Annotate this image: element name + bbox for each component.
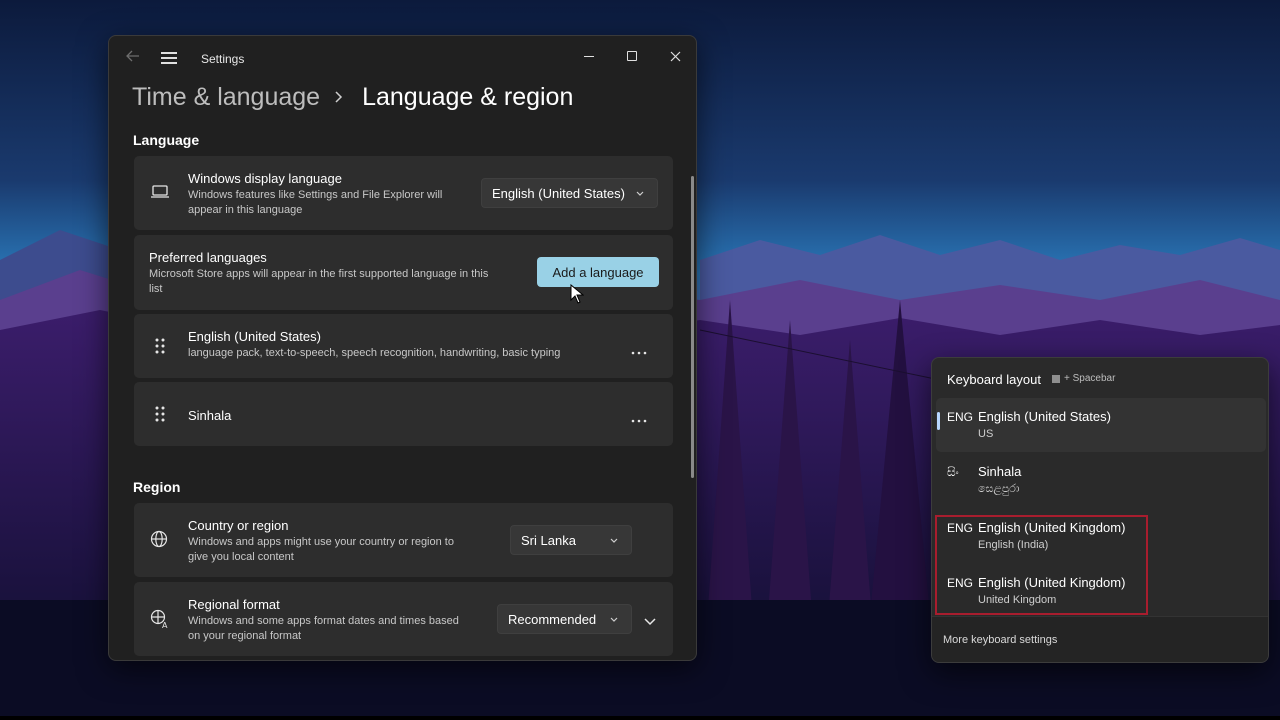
- close-icon: [670, 51, 680, 61]
- language-list-item[interactable]: Sinhala: [134, 382, 673, 446]
- language-name: English (United States): [188, 329, 321, 344]
- language-features: language pack, text-to-speech, speech re…: [188, 347, 561, 359]
- chevron-down-icon: [635, 187, 645, 197]
- shortcut-text: + Spacebar: [1064, 373, 1116, 384]
- breadcrumb-parent[interactable]: Time & language: [132, 83, 320, 112]
- title-bar: Settings: [109, 36, 696, 82]
- language-name: Sinhala: [188, 408, 232, 423]
- breadcrumb: Time & language Language & region: [132, 81, 573, 113]
- more-options-icon[interactable]: [631, 411, 647, 423]
- selected-indicator: [937, 412, 940, 430]
- layout-name: English (United States): [978, 409, 1111, 424]
- display-language-description-2: appear in this language: [188, 204, 303, 216]
- layout-code: ENG: [947, 410, 974, 424]
- hamburger-menu-icon[interactable]: [161, 52, 177, 64]
- expand-chevron-icon[interactable]: [643, 614, 657, 626]
- regional-format-dropdown[interactable]: Recommended: [497, 604, 632, 634]
- close-button[interactable]: [661, 42, 689, 70]
- country-region-title: Country or region: [188, 518, 289, 533]
- layout-sub: US: [978, 428, 994, 440]
- preferred-languages-title: Preferred languages: [149, 250, 267, 265]
- mouse-cursor-icon: [570, 284, 584, 304]
- regional-format-icon: A: [150, 609, 170, 630]
- laptop-icon: [150, 184, 170, 204]
- globe-icon: [150, 530, 170, 550]
- windows-key-icon: [1052, 374, 1060, 383]
- svg-text:A: A: [162, 621, 168, 629]
- chevron-right-icon: [334, 90, 348, 104]
- regional-format-title: Regional format: [188, 597, 280, 612]
- language-list-item[interactable]: English (United States) language pack, t…: [134, 314, 673, 378]
- language-section-title: Language: [133, 132, 200, 148]
- display-language-description-1: Windows features like Settings and File …: [188, 189, 443, 201]
- country-region-card: Country or region Windows and apps might…: [134, 503, 673, 577]
- country-region-dropdown[interactable]: Sri Lanka: [510, 525, 632, 555]
- more-keyboard-settings-link[interactable]: More keyboard settings: [943, 634, 1057, 646]
- preferred-languages-description-1: Microsoft Store apps will appear in the …: [149, 268, 489, 280]
- maximize-icon: [627, 51, 637, 61]
- chevron-down-icon: [609, 534, 619, 544]
- display-language-title: Windows display language: [188, 171, 342, 186]
- keyboard-layout-item[interactable]: සිං Sinhala සෙළපුරා: [936, 453, 1266, 507]
- region-section-title: Region: [133, 479, 181, 495]
- display-language-card: Windows display language Windows feature…: [134, 156, 673, 230]
- minimize-button[interactable]: [575, 42, 603, 70]
- more-options-icon[interactable]: [631, 343, 647, 355]
- page-title: Language & region: [362, 82, 574, 111]
- country-region-value: Sri Lanka: [521, 532, 576, 548]
- chevron-down-icon: [609, 613, 619, 623]
- preferred-languages-card: Preferred languages Microsoft Store apps…: [134, 235, 673, 310]
- display-language-value: English (United States): [492, 185, 625, 201]
- back-arrow-icon[interactable]: [123, 49, 143, 69]
- display-language-dropdown[interactable]: English (United States): [481, 178, 658, 208]
- minimize-icon: [584, 55, 594, 57]
- layout-code: සිං: [947, 465, 959, 479]
- annotation-highlight-box: [935, 515, 1148, 615]
- preferred-languages-description-2: list: [149, 283, 163, 295]
- drag-handle-icon[interactable]: [154, 338, 166, 354]
- country-region-description-1: Windows and apps might use your country …: [188, 536, 454, 548]
- layout-sub: සෙළපුරා: [978, 483, 1020, 495]
- maximize-button[interactable]: [618, 42, 646, 70]
- keyboard-layout-item[interactable]: ENG English (United States) US: [936, 398, 1266, 452]
- scrollbar[interactable]: [691, 176, 694, 478]
- regional-format-card[interactable]: A Regional format Windows and some apps …: [134, 582, 673, 656]
- flyout-footer: More keyboard settings: [932, 616, 1268, 662]
- flyout-title: Keyboard layout: [947, 372, 1041, 387]
- add-language-button[interactable]: Add a language: [537, 257, 659, 287]
- settings-window: Settings Time & language Language & regi…: [108, 35, 697, 661]
- window-title: Settings: [201, 52, 245, 66]
- keyboard-layout-flyout: Keyboard layout + Spacebar ENG English (…: [931, 357, 1269, 663]
- shortcut-hint: + Spacebar: [1052, 373, 1115, 384]
- regional-format-description-1: Windows and some apps format dates and t…: [188, 615, 459, 627]
- regional-format-value: Recommended: [508, 611, 597, 627]
- layout-name: Sinhala: [978, 464, 1022, 479]
- regional-format-description-2: on your regional format: [188, 630, 302, 642]
- country-region-description-2: give you local content: [188, 551, 294, 563]
- drag-handle-icon[interactable]: [154, 406, 166, 422]
